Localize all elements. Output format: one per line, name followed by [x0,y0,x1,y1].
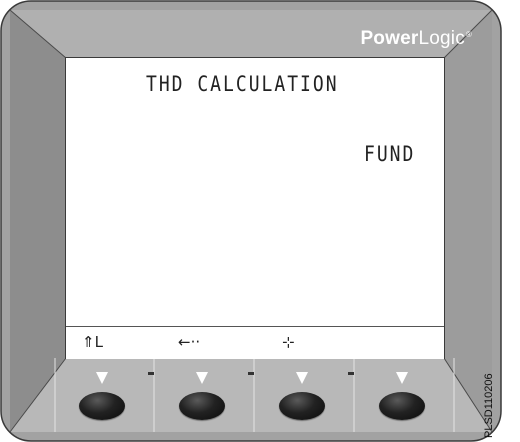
softkey-button-2[interactable] [179,392,225,420]
arrow-left-icon: ←·· [178,333,201,351]
brand-regular: Logic [418,28,465,49]
lcd-screen: THD CALCULATION FUND [66,58,444,326]
plus-icon: ⊹ [282,333,295,351]
softkey-button-1[interactable] [79,392,125,420]
brand-registered-mark: ® [465,29,472,39]
brand-bold: Power [360,28,419,49]
softkey-button-4[interactable] [379,392,425,420]
brand-logo: PowerLogic® [0,28,472,50]
phase-icon: ⇑L [82,333,103,351]
softkey-button-3[interactable] [279,392,325,420]
screen-value: FUND [364,142,416,168]
document-code-label: PLSD110206 [483,373,495,438]
softkey-menu-bar: ⇑L ←·· ⊹ [66,326,444,359]
screen-title: THD CALCULATION [146,72,339,98]
